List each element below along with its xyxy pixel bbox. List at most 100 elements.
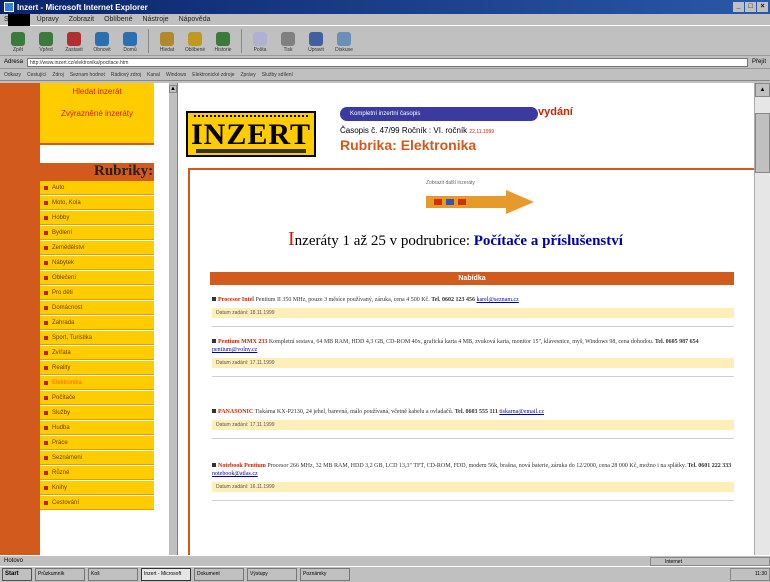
category-item[interactable]: Různé xyxy=(40,466,154,480)
logo-text: INZERT xyxy=(191,118,311,151)
link-item[interactable]: Windows xyxy=(166,72,186,78)
link-item[interactable]: Odkazy xyxy=(4,72,21,78)
category-item[interactable]: Auto xyxy=(40,181,154,195)
link-item[interactable]: Seznam hodnot xyxy=(70,72,105,78)
category-label: Elektronika xyxy=(52,379,82,386)
bullet-icon xyxy=(44,335,48,340)
highlighted-ads-button[interactable]: Zvýrazněné inzeráty xyxy=(46,109,148,127)
link-item[interactable]: Kanal xyxy=(147,72,160,78)
category-item[interactable]: Hudba xyxy=(40,421,154,435)
toolbar-button[interactable]: Zpět xyxy=(6,32,30,53)
category-item[interactable]: Počítače xyxy=(40,391,154,405)
ad-email[interactable]: notebook@atlas.cz xyxy=(212,471,258,477)
link-item[interactable]: Zprávy xyxy=(240,72,255,78)
menu-item[interactable]: Nástroje xyxy=(142,16,168,23)
toolbar-button[interactable]: Upravit xyxy=(304,32,328,53)
menu-item[interactable]: Oblíbené xyxy=(104,16,132,23)
taskbar-task[interactable]: Dokument xyxy=(194,568,244,581)
taskbar-task[interactable]: Výstupy xyxy=(247,568,297,581)
category-item[interactable]: Hobby xyxy=(40,211,154,225)
minimize-button[interactable]: _ xyxy=(733,2,744,12)
menu-item[interactable]: Nápověda xyxy=(179,16,211,23)
toolbar-button[interactable]: Hledat xyxy=(155,32,179,53)
close-button[interactable]: × xyxy=(757,2,768,12)
ad-email[interactable]: tiskarna@email.cz xyxy=(499,409,544,415)
ad-meta: Datum zadání: 16.11.1999 xyxy=(212,482,734,492)
vertical-scrollbar[interactable]: ▲ xyxy=(754,83,770,555)
category-item[interactable]: Moto, Kola xyxy=(40,196,154,210)
start-button[interactable]: Start xyxy=(2,568,32,581)
category-item[interactable]: Pro děti xyxy=(40,286,154,300)
toolbar-label: Historie xyxy=(214,47,232,53)
category-item[interactable]: Nábytek xyxy=(40,256,154,270)
category-item[interactable]: Zemědělství xyxy=(40,241,154,255)
ad-email[interactable]: pentium@volny.cz xyxy=(212,347,257,353)
bullet-icon xyxy=(44,425,48,430)
toolbar-button[interactable]: Diskuse xyxy=(332,32,356,53)
bullet-icon xyxy=(44,380,48,385)
scroll-up-icon[interactable]: ▲ xyxy=(755,83,770,97)
toolbar-icon xyxy=(123,32,137,46)
category-item[interactable]: Cestování xyxy=(40,496,154,510)
toolbar-label: Oblíbené xyxy=(184,47,206,53)
rubrika-heading: Rubrika: Elektronika xyxy=(340,137,476,153)
toolbar-button[interactable]: Zastavit xyxy=(62,32,86,53)
ad-meta: Datum zadání: 18.11.1999 xyxy=(212,308,734,318)
category-item[interactable]: Knihy xyxy=(40,481,154,495)
category-item[interactable]: Sport, Turistika xyxy=(40,331,154,345)
category-item[interactable]: Služby xyxy=(40,406,154,420)
toolbar-button[interactable]: Pošta xyxy=(248,32,272,53)
inzert-logo[interactable]: INZERT xyxy=(186,111,316,157)
ad-title[interactable]: Procesor Intel xyxy=(218,297,254,303)
toolbar-label: Vpřed xyxy=(39,47,53,53)
ad-title[interactable]: Pentium MMX 233 xyxy=(218,339,267,345)
toolbar-button[interactable]: Historie xyxy=(211,32,235,53)
ad-title[interactable]: PANASONIC xyxy=(218,409,253,415)
category-item[interactable]: Zahrada xyxy=(40,316,154,330)
category-item[interactable]: Práce xyxy=(40,436,154,450)
link-item[interactable]: Zdroj xyxy=(52,72,63,78)
category-item[interactable]: Zvířata xyxy=(40,346,154,360)
toolbar-label: Obnovit xyxy=(93,47,111,53)
address-bar: Adresa http://www.inzert.cz/elektronika/… xyxy=(0,56,770,69)
ad-text: Pentium II 350 MHz, pouze 3 měsíce použí… xyxy=(255,297,430,303)
toolbar-button[interactable]: Domů xyxy=(118,32,142,53)
clock: 11:30 xyxy=(730,568,770,581)
category-label: Počítače xyxy=(52,394,76,401)
link-item[interactable]: Cestující xyxy=(27,72,46,78)
ad-email[interactable]: karel@seznam.cz xyxy=(477,297,519,303)
frame-separator[interactable]: ▲ xyxy=(168,83,178,555)
title-category[interactable]: Počítače a příslušenství xyxy=(474,233,623,249)
next-arrow-button[interactable] xyxy=(426,190,536,214)
scroll-up-icon[interactable]: ▲ xyxy=(169,85,177,93)
menu-item[interactable]: Zobrazit xyxy=(69,16,94,23)
category-label: Hudba xyxy=(52,424,70,431)
toolbar-button[interactable]: Tisk xyxy=(276,32,300,53)
taskbar-task[interactable]: Průzkumník xyxy=(35,568,85,581)
browser-window: Inzert - Microsoft Internet Explorer _ □… xyxy=(0,0,770,582)
category-item[interactable]: Reality xyxy=(40,361,154,375)
maximize-button[interactable]: □ xyxy=(745,2,756,12)
ad-title[interactable]: Notebook Pentium xyxy=(218,463,266,469)
toolbar-button[interactable]: Obnovit xyxy=(90,32,114,53)
link-item[interactable]: Rádiový zdroj xyxy=(111,72,141,78)
category-item[interactable]: Domácnost xyxy=(40,301,154,315)
category-item[interactable]: Bydlení xyxy=(40,226,154,240)
search-ads-button[interactable]: Hledat inzerát xyxy=(46,87,148,105)
category-label: Seznámení xyxy=(52,454,83,461)
link-item[interactable]: Služby sdílení xyxy=(262,72,293,78)
toolbar-button[interactable]: Oblíbené xyxy=(183,32,207,53)
go-button[interactable]: Přejít xyxy=(752,59,766,65)
address-input[interactable]: http://www.inzert.cz/elektronika/pocitac… xyxy=(27,57,748,67)
scroll-thumb[interactable] xyxy=(755,113,770,173)
category-item[interactable]: Oblečení xyxy=(40,271,154,285)
category-item[interactable]: Seznámení xyxy=(40,451,154,465)
category-item[interactable]: Elektronika xyxy=(40,376,154,390)
toolbar-button[interactable]: Vpřed xyxy=(34,32,58,53)
taskbar-task[interactable]: Poznámky xyxy=(300,568,350,581)
menu-item[interactable]: Úpravy xyxy=(37,16,59,23)
taskbar-task[interactable]: Inzert - Microsoft xyxy=(141,568,191,581)
magazine-pill[interactable]: Kompletní inzertní časopis xyxy=(340,107,538,121)
taskbar-task[interactable]: Koš xyxy=(88,568,138,581)
link-item[interactable]: Elektronické zdroje xyxy=(192,72,234,78)
